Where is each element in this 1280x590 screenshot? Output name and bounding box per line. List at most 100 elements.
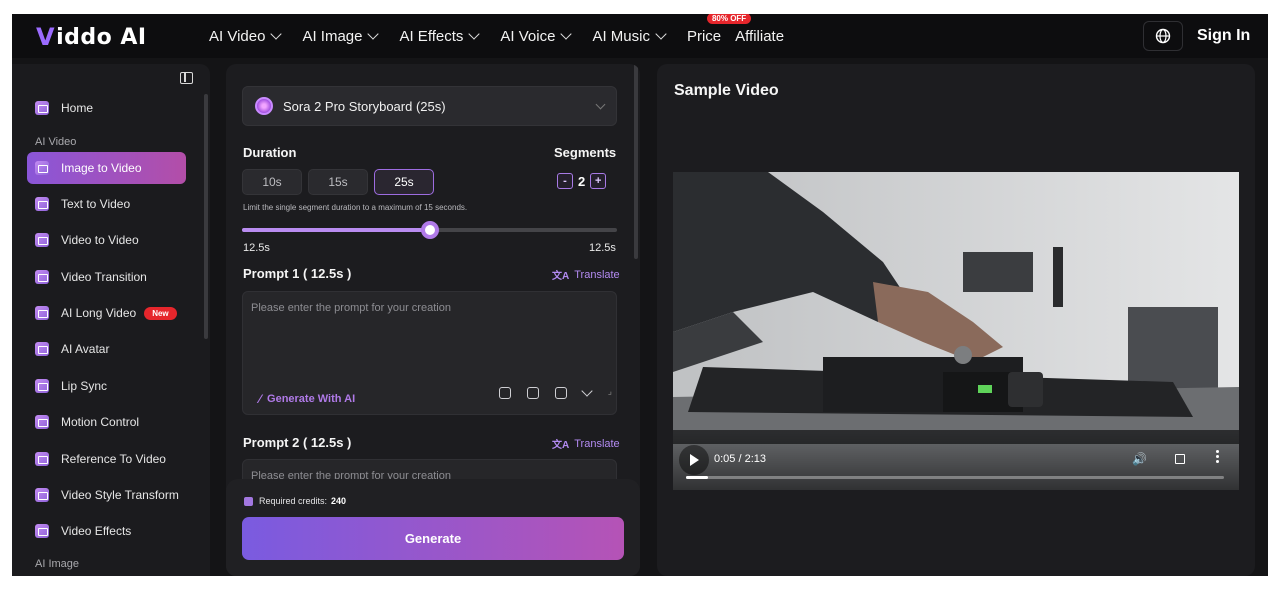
- video-progress-bar[interactable]: [686, 476, 1224, 479]
- duration-15s-button[interactable]: 15s: [308, 169, 368, 195]
- trash-icon[interactable]: [527, 387, 539, 399]
- nav-ai-image[interactable]: AI Image: [302, 28, 380, 45]
- sidebar-item-label: Reference To Video: [61, 452, 166, 466]
- chevron-down-icon[interactable]: [581, 385, 593, 397]
- more-options-icon[interactable]: [1216, 450, 1219, 465]
- translate-icon: 文A: [552, 271, 570, 282]
- volume-icon[interactable]: 🔊: [1132, 452, 1147, 466]
- segment-split-slider[interactable]: [242, 221, 617, 239]
- sidebar-scrollbar[interactable]: [204, 94, 208, 339]
- prompt1-translate-button[interactable]: 文A Translate: [552, 267, 620, 283]
- sidebar-item-video-style-transform[interactable]: Video Style Transform: [27, 479, 186, 511]
- model-select-value: Sora 2 Pro Storyboard (25s): [283, 98, 446, 114]
- model-select[interactable]: Sora 2 Pro Storyboard (25s): [242, 86, 617, 126]
- model-logo-icon: [255, 97, 273, 115]
- sidebar-section-ai-video: AI Video: [35, 136, 77, 148]
- sidebar-item-label: Text to Video: [61, 197, 131, 211]
- sidebar-collapse-icon[interactable]: [180, 72, 193, 84]
- top-nav-bar: V iddo AI AI Video AI Image AI Effects A…: [12, 14, 1268, 58]
- duration-hint: Limit the single segment duration to a m…: [243, 203, 468, 212]
- nav-ai-effects[interactable]: AI Effects: [399, 28, 481, 45]
- slider-handle[interactable]: [420, 221, 439, 239]
- sidebar-item-video-effects[interactable]: Video Effects: [27, 515, 186, 547]
- duration-25s-button[interactable]: 25s: [374, 169, 434, 195]
- duplicate-icon[interactable]: [555, 387, 567, 399]
- sidebar-item-label: Video Style Transform: [61, 488, 179, 502]
- image-video-icon: [35, 161, 49, 175]
- sign-in-button[interactable]: Sign In: [1197, 27, 1250, 45]
- lip-sync-icon: [35, 379, 49, 393]
- globe-icon: [1155, 28, 1171, 44]
- translate-label: Translate: [574, 268, 620, 281]
- chevron-down-icon: [560, 28, 573, 40]
- brand-name: iddo AI: [56, 24, 147, 50]
- sidebar-item-label: Video Effects: [61, 524, 132, 538]
- play-button[interactable]: [679, 445, 709, 475]
- duration-label: Duration: [243, 145, 297, 160]
- prompt1-placeholder: Please enter the prompt for your creatio…: [251, 302, 451, 314]
- nav-ai-video[interactable]: AI Video: [209, 27, 283, 45]
- prompt2-translate-button[interactable]: 文A Translate: [552, 436, 620, 452]
- generation-panel: Sora 2 Pro Storyboard (25s) Duration Seg…: [226, 64, 640, 576]
- sidebar-item-home[interactable]: Home: [27, 92, 186, 124]
- slider-left-value: 12.5s: [243, 242, 270, 254]
- chevron-down-icon: [468, 28, 481, 40]
- slider-fill: [242, 228, 430, 232]
- generate-footer: Required credits: 240 Generate: [226, 479, 640, 576]
- copy-icon[interactable]: [499, 387, 511, 399]
- effects-grid-icon: [35, 524, 49, 538]
- text-video-icon: [35, 197, 49, 211]
- prompt2-label: Prompt 2 ( 12.5s ): [243, 435, 352, 450]
- motion-control-icon: [35, 415, 49, 429]
- nav-affiliate[interactable]: Affiliate: [735, 28, 784, 45]
- credits-label: Required credits:: [259, 496, 328, 506]
- sidebar-item-label: Image to Video: [61, 161, 142, 175]
- sidebar-item-text-to-video[interactable]: Text to Video: [27, 188, 186, 220]
- nav-label: AI Video: [209, 27, 266, 45]
- prompt-tools: [499, 385, 607, 399]
- segments-increment-button[interactable]: +: [590, 173, 607, 189]
- resize-handle-icon[interactable]: ⌟: [608, 386, 612, 397]
- sidebar-item-video-to-video[interactable]: Video to Video: [27, 224, 186, 256]
- panel-scrollbar[interactable]: [634, 64, 638, 259]
- sidebar-item-image-to-video[interactable]: Image to Video: [27, 152, 186, 184]
- segments-value: 2: [578, 173, 586, 189]
- generate-with-ai-button[interactable]: ⁄ Generate With AI: [259, 392, 355, 406]
- transition-icon: [35, 270, 49, 284]
- prompt1-input[interactable]: Please enter the prompt for your creatio…: [242, 291, 617, 415]
- sidebar-item-label: AI Avatar: [61, 342, 110, 356]
- brand-mark: V: [36, 23, 56, 51]
- segments-label: Segments: [554, 145, 617, 160]
- required-credits: Required credits: 240: [244, 496, 346, 506]
- duration-10s-button[interactable]: 10s: [242, 169, 302, 195]
- chevron-down-icon: [367, 28, 380, 40]
- sidebar-item-video-transition[interactable]: Video Transition: [27, 261, 186, 293]
- language-button[interactable]: [1143, 21, 1183, 51]
- sidebar-item-label: Video to Video: [61, 233, 139, 247]
- new-badge: New: [144, 306, 177, 320]
- style-transform-icon: [35, 488, 49, 502]
- sidebar-item-motion-control[interactable]: Motion Control: [27, 406, 186, 438]
- nav-label: AI Music: [592, 27, 650, 45]
- nav-ai-voice[interactable]: AI Voice: [500, 28, 573, 45]
- long-video-icon: [35, 306, 49, 320]
- sidebar-item-lip-sync[interactable]: Lip Sync: [27, 370, 186, 402]
- video-time: 0:05 / 2:13: [714, 453, 766, 465]
- magic-wand-icon: ⁄: [259, 392, 262, 406]
- fullscreen-icon[interactable]: [1175, 454, 1185, 464]
- sidebar-item-ai-avatar[interactable]: AI Avatar: [27, 333, 186, 365]
- slider-right-value: 12.5s: [589, 242, 616, 254]
- sidebar-item-reference-to-video[interactable]: Reference To Video: [27, 443, 186, 475]
- sidebar: Home AI Video Image to Video Text to Vid…: [12, 64, 210, 576]
- video-video-icon: [35, 233, 49, 247]
- nav-price[interactable]: 80% OFF Price: [687, 14, 752, 45]
- brand-logo[interactable]: V iddo AI: [36, 23, 147, 51]
- nav-ai-music[interactable]: AI Music: [592, 27, 667, 45]
- sidebar-item-ai-long-video[interactable]: AI Long Video New: [27, 297, 186, 329]
- nav-label: Affiliate: [735, 27, 785, 45]
- sample-video-player[interactable]: 0:05 / 2:13 🔊: [673, 172, 1239, 490]
- segments-decrement-button[interactable]: -: [557, 173, 573, 189]
- main-nav: AI Video AI Image AI Effects AI Voice AI…: [209, 14, 806, 58]
- generate-button[interactable]: Generate: [242, 517, 624, 560]
- chevron-down-icon: [270, 28, 283, 40]
